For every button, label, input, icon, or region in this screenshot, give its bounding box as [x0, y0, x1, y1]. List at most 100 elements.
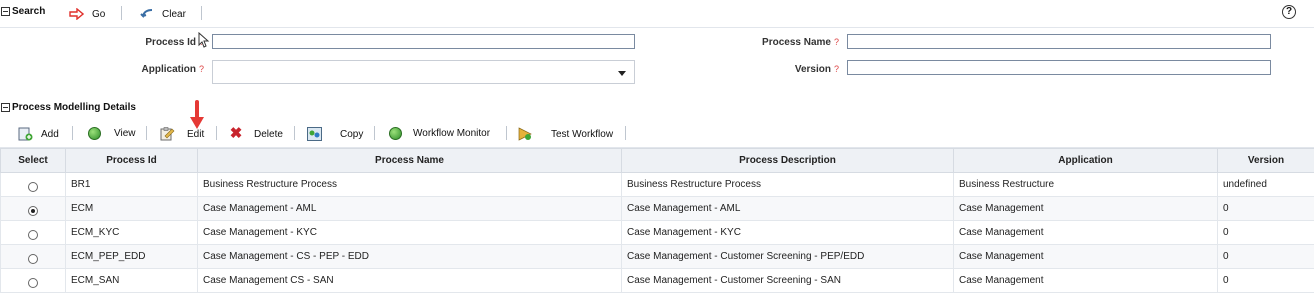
application-cell: Case Management — [953, 268, 1218, 293]
process-id-cell: ECM_PEP_EDD — [65, 244, 198, 269]
workflow-monitor-label: Workflow Monitor — [413, 128, 491, 139]
process-name-cell: Case Management CS - SAN — [197, 268, 622, 293]
search-toolbar: Search Go Clear ? — [0, 0, 1314, 28]
go-arrow-icon — [69, 8, 84, 20]
application-label-text: Application — [141, 64, 196, 75]
clear-label: Clear — [162, 8, 186, 20]
process-description-cell: Business Restructure Process — [621, 172, 954, 197]
table-row[interactable]: ECM_SAN Case Management CS - SAN Case Ma… — [0, 268, 1314, 293]
application-cell: Case Management — [953, 196, 1218, 221]
view-button[interactable]: View — [88, 127, 136, 140]
process-id-cell: ECM_KYC — [65, 220, 198, 245]
toolbar-divider — [72, 126, 73, 140]
row-radio[interactable] — [28, 205, 38, 216]
delete-button[interactable]: ✖ Delete — [229, 125, 283, 142]
column-header-version[interactable]: Version — [1217, 148, 1314, 173]
required-help-icon[interactable]: ? — [834, 37, 839, 47]
row-radio[interactable] — [28, 277, 38, 288]
test-workflow-icon — [518, 127, 532, 141]
collapse-icon[interactable] — [1, 103, 10, 112]
required-help-icon[interactable]: ? — [199, 64, 204, 74]
version-cell: 0 — [1217, 220, 1314, 245]
copy-icon — [307, 127, 322, 141]
row-radio[interactable] — [28, 253, 38, 264]
table-row[interactable]: ECM Case Management - AML Case Managemen… — [0, 196, 1314, 221]
delete-label: Delete — [254, 128, 283, 140]
details-toolbar: Add View Edit ✖ Delete Copy Workflow Mon… — [0, 118, 1314, 148]
version-cell: 0 — [1217, 196, 1314, 221]
process-name-cell: Case Management - AML — [197, 196, 622, 221]
search-title: Search — [12, 6, 46, 17]
copy-button[interactable]: Copy — [307, 127, 363, 141]
column-header-process-description[interactable]: Process Description — [621, 148, 954, 173]
edit-label: Edit — [187, 128, 205, 140]
version-input[interactable] — [847, 60, 1271, 75]
process-id-label-text: Process Id — [145, 37, 196, 48]
column-header-application[interactable]: Application — [953, 148, 1218, 173]
clear-icon — [140, 9, 153, 18]
add-icon — [18, 127, 33, 141]
table-row[interactable]: BR1 Business Restructure Process Busines… — [0, 172, 1314, 197]
table-row[interactable]: ECM_KYC Case Management - KYC Case Manag… — [0, 220, 1314, 245]
toolbar-divider — [506, 126, 507, 140]
search-section-header[interactable]: Search — [1, 6, 45, 17]
select-cell[interactable] — [0, 220, 66, 245]
version-label: Version? — [720, 64, 839, 75]
process-id-cell: BR1 — [65, 172, 198, 197]
toolbar-divider — [374, 126, 375, 140]
collapse-icon[interactable] — [1, 7, 10, 16]
process-id-input[interactable] — [212, 34, 635, 49]
process-name-label-text: Process Name — [762, 37, 831, 48]
toolbar-divider — [625, 126, 626, 140]
process-name-cell: Case Management - KYC — [197, 220, 622, 245]
version-cell: 0 — [1217, 268, 1314, 293]
add-label: Add — [41, 128, 59, 140]
application-select[interactable] — [212, 60, 635, 84]
version-label-text: Version — [794, 64, 831, 75]
process-description-cell: Case Management - AML — [621, 196, 954, 221]
view-label: View — [114, 128, 136, 139]
toolbar-divider — [216, 126, 217, 140]
clear-button[interactable]: Clear — [140, 8, 186, 20]
select-cell[interactable] — [0, 244, 66, 269]
application-cell: Case Management — [953, 244, 1218, 269]
process-id-cell: ECM — [65, 196, 198, 221]
toolbar-divider — [146, 126, 147, 140]
process-description-cell: Case Management - KYC — [621, 220, 954, 245]
column-header-select[interactable]: Select — [0, 148, 66, 173]
edit-icon — [160, 127, 175, 141]
version-cell: 0 — [1217, 244, 1314, 269]
column-header-process-id[interactable]: Process Id — [65, 148, 198, 173]
grid-header-row: Select Process Id Process Name Process D… — [0, 148, 1314, 173]
delete-x-icon: ✖ — [229, 125, 243, 142]
toolbar-divider — [294, 126, 295, 140]
edit-button[interactable]: Edit — [160, 127, 204, 141]
process-name-label: Process Name? — [720, 37, 839, 48]
process-grid: Select Process Id Process Name Process D… — [0, 148, 1314, 293]
go-button[interactable]: Go — [69, 8, 105, 20]
row-radio[interactable] — [28, 181, 38, 192]
process-name-cell: Business Restructure Process — [197, 172, 622, 197]
go-label: Go — [92, 8, 106, 20]
add-button[interactable]: Add — [18, 127, 59, 141]
select-cell[interactable] — [0, 196, 66, 221]
workflow-monitor-button[interactable]: Workflow Monitor — [389, 127, 490, 140]
process-id-cell: ECM_SAN — [65, 268, 198, 293]
process-name-input[interactable] — [847, 34, 1271, 49]
application-cell: Case Management — [953, 220, 1218, 245]
column-header-process-name[interactable]: Process Name — [197, 148, 622, 173]
required-help-icon[interactable]: ? — [834, 64, 839, 74]
process-description-cell: Case Management - Customer Screening - P… — [621, 244, 954, 269]
version-cell: undefined — [1217, 172, 1314, 197]
select-cell[interactable] — [0, 172, 66, 197]
select-cell[interactable] — [0, 268, 66, 293]
toolbar-divider — [121, 6, 122, 20]
test-workflow-button[interactable]: Test Workflow — [518, 127, 613, 141]
table-row[interactable]: ECM_PEP_EDD Case Management - CS - PEP -… — [0, 244, 1314, 269]
process-name-cell: Case Management - CS - PEP - EDD — [197, 244, 622, 269]
details-title: Process Modelling Details — [12, 102, 136, 113]
details-section-header[interactable]: Process Modelling Details — [1, 102, 136, 113]
help-icon[interactable]: ? — [1282, 5, 1296, 19]
test-workflow-label: Test Workflow — [551, 128, 614, 140]
row-radio[interactable] — [28, 229, 38, 240]
